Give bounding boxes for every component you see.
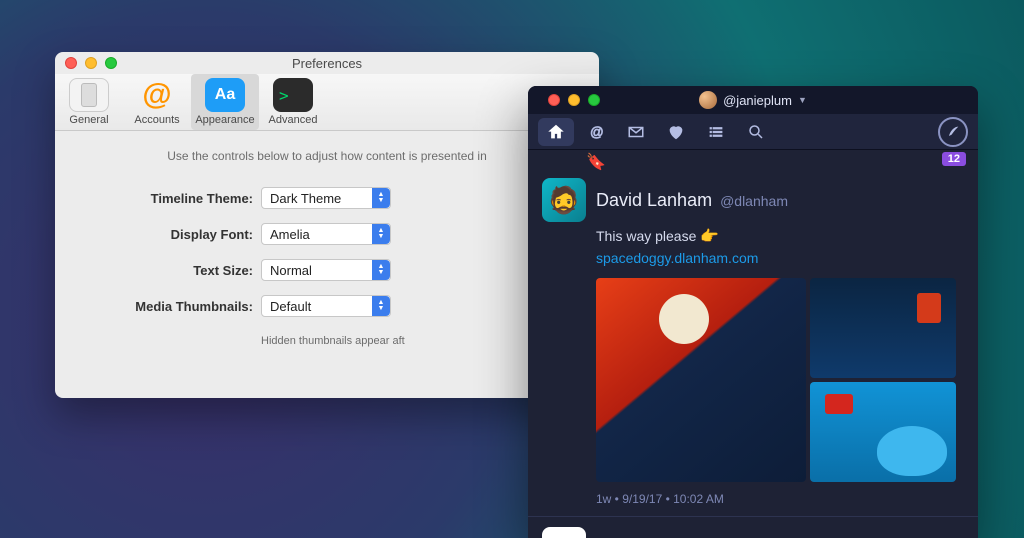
likes-tab[interactable] xyxy=(658,118,694,146)
media-thumbnail[interactable] xyxy=(596,278,806,482)
aa-icon: Aa xyxy=(205,78,245,112)
row-media-thumbs: Media Thumbnails: Default ▲▼ xyxy=(73,295,581,317)
account-handle: @janieplum xyxy=(723,93,792,108)
chevron-updown-icon: ▲▼ xyxy=(372,296,390,316)
avatar[interactable]: 🧔 xyxy=(542,178,586,222)
timeline-marker-row: 🔖 12 xyxy=(528,150,978,172)
prefs-toolbar: General @ Accounts Aa Appearance > Advan… xyxy=(55,74,599,131)
media-thumbnail[interactable] xyxy=(810,278,956,378)
display-name[interactable]: David Lanham xyxy=(596,190,712,211)
post-text: This way please xyxy=(596,228,696,244)
row-timeline-theme: Timeline Theme: Dark Theme ▲▼ xyxy=(73,187,581,209)
chevron-updown-icon: ▲▼ xyxy=(372,260,390,280)
pointing-right-emoji: 👉 xyxy=(700,228,719,245)
zoom-icon[interactable] xyxy=(105,57,117,69)
envelope-icon xyxy=(627,123,645,141)
zoom-icon[interactable] xyxy=(588,94,600,106)
display-font-label: Display Font: xyxy=(73,227,253,242)
at-icon: @ xyxy=(137,78,177,112)
tab-appearance[interactable]: Aa Appearance xyxy=(191,74,259,130)
lists-tab[interactable] xyxy=(698,118,734,146)
search-icon xyxy=(747,123,765,141)
tab-general[interactable]: General xyxy=(55,74,123,130)
close-icon[interactable] xyxy=(65,57,77,69)
heart-icon xyxy=(667,123,685,141)
terminal-icon: > xyxy=(273,78,313,112)
timeline[interactable]: 🔖 12 🧔 David Lanham @dlanham This way pl… xyxy=(528,150,978,538)
row-text-size: Text Size: Normal ▲▼ xyxy=(73,259,581,281)
close-icon[interactable] xyxy=(548,94,560,106)
minimize-icon[interactable] xyxy=(85,57,97,69)
tab-accounts-label: Accounts xyxy=(134,114,179,126)
media-thumbnail[interactable] xyxy=(810,382,956,482)
bookmark-icon: 🔖 xyxy=(586,152,606,172)
avatar[interactable]: SERIOUS EATS xyxy=(542,527,586,538)
text-size-select[interactable]: Normal ▲▼ xyxy=(261,259,391,281)
prefs-titlebar: Preferences xyxy=(55,52,599,74)
text-size-value: Normal xyxy=(270,263,312,278)
media-thumbs-value: Default xyxy=(270,299,311,314)
media-thumbs-label: Media Thumbnails: xyxy=(73,299,253,314)
chevron-updown-icon: ▲▼ xyxy=(372,224,390,244)
unread-badge[interactable]: 12 xyxy=(942,152,966,166)
row-display-font: Display Font: Amelia ▲▼ xyxy=(73,223,581,245)
post-body: This way please 👉 spacedoggy.dlanham.com xyxy=(596,226,964,268)
feather-icon xyxy=(945,124,961,140)
tab-general-label: General xyxy=(69,114,108,126)
at-icon: @ xyxy=(587,123,605,141)
compose-button[interactable] xyxy=(938,117,968,147)
timeline-theme-select[interactable]: Dark Theme ▲▼ xyxy=(261,187,391,209)
switch-icon xyxy=(69,78,109,112)
timeline-theme-label: Timeline Theme: xyxy=(73,191,253,206)
chevron-down-icon: ▼ xyxy=(798,95,807,105)
timeline-theme-value: Dark Theme xyxy=(270,191,341,206)
list-icon xyxy=(707,123,725,141)
minimize-icon[interactable] xyxy=(568,94,580,106)
chevron-updown-icon: ▲▼ xyxy=(372,188,390,208)
window-title: Preferences xyxy=(55,56,599,71)
media-grid xyxy=(596,278,956,482)
post-link[interactable]: spacedoggy.dlanham.com xyxy=(596,250,758,266)
text-size-label: Text Size: xyxy=(73,263,253,278)
handle[interactable]: @dlanham xyxy=(720,193,788,209)
timeline-window: @janieplum ▼ @ 🔖 12 xyxy=(528,86,978,538)
traffic-lights xyxy=(65,57,117,69)
home-tab[interactable] xyxy=(538,118,574,146)
tab-advanced-label: Advanced xyxy=(269,114,318,126)
tab-appearance-label: Appearance xyxy=(195,114,254,126)
media-thumbs-select[interactable]: Default ▲▼ xyxy=(261,295,391,317)
prefs-body: Use the controls below to adjust how con… xyxy=(55,131,599,347)
account-switcher[interactable]: @janieplum ▼ xyxy=(699,91,807,109)
tab-advanced[interactable]: > Advanced xyxy=(259,74,327,130)
svg-text:@: @ xyxy=(590,124,604,139)
messages-tab[interactable] xyxy=(618,118,654,146)
client-toolbar: @ xyxy=(528,114,978,150)
traffic-lights xyxy=(548,94,600,106)
mentions-tab[interactable]: @ xyxy=(578,118,614,146)
home-icon xyxy=(547,123,565,141)
display-font-value: Amelia xyxy=(270,227,310,242)
post-header: 🧔 David Lanham @dlanham xyxy=(542,178,964,222)
post-timestamp: 1w • 9/19/17 • 10:02 AM xyxy=(596,492,964,506)
preferences-window: Preferences General @ Accounts Aa Appear… xyxy=(55,52,599,398)
tab-accounts[interactable]: @ Accounts xyxy=(123,74,191,130)
post[interactable]: 🧔 David Lanham @dlanham This way please … xyxy=(528,172,978,517)
search-tab[interactable] xyxy=(738,118,774,146)
client-titlebar: @janieplum ▼ xyxy=(528,86,978,114)
avatar-icon xyxy=(699,91,717,109)
prefs-hint: Use the controls below to adjust how con… xyxy=(73,149,581,163)
display-font-select[interactable]: Amelia ▲▼ xyxy=(261,223,391,245)
post[interactable]: SERIOUS EATS Serious Eats @seriouseats xyxy=(528,517,978,538)
